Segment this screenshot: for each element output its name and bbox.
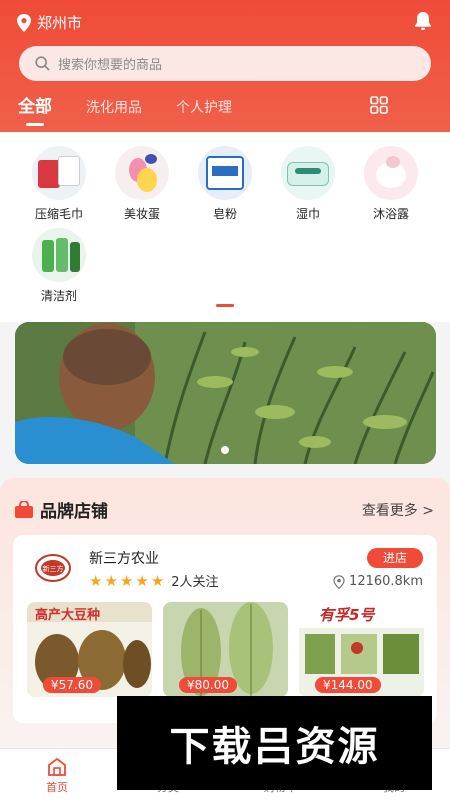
location-selector[interactable]: 郑州市 xyxy=(16,12,82,33)
category-wet-wipes[interactable]: 湿巾 xyxy=(273,146,343,222)
svg-text:新三方: 新三方 xyxy=(43,564,64,573)
star-icon: ★ xyxy=(150,571,165,590)
tab-all[interactable]: 全部 xyxy=(18,92,52,126)
notification-bell-icon[interactable] xyxy=(412,10,434,36)
category-label: 美妆蛋 xyxy=(123,207,160,221)
nav-label: 首页 xyxy=(46,781,68,794)
shop-name: 新三方农业 xyxy=(89,551,159,567)
search-icon xyxy=(35,56,50,71)
nav-home[interactable]: 首页 xyxy=(27,755,87,795)
star-icon: ★ xyxy=(89,571,103,590)
shop-distance: 12160.8km xyxy=(333,574,423,589)
product-overlay-text: 有孚5号 xyxy=(319,606,375,624)
enter-shop-button[interactable]: 进店 xyxy=(367,548,423,568)
home-icon xyxy=(48,757,66,776)
product-card[interactable]: 有孚5号 ¥144.00 xyxy=(299,602,424,697)
banner-page-dot xyxy=(221,446,229,454)
category-page-indicator xyxy=(216,304,234,307)
tab-personal-care[interactable]: 个人护理 xyxy=(176,97,232,117)
product-card[interactable]: ¥80.00 xyxy=(163,602,288,697)
category-label: 皂粉 xyxy=(212,207,237,221)
category-compressed-towel[interactable]: 压缩毛巾 xyxy=(24,146,94,222)
shop-rating: ★ ★ ★ ★ ★ 2人关注 xyxy=(89,571,219,591)
category-tabs: 全部 洗化用品 个人护理 xyxy=(18,92,266,126)
category-image xyxy=(281,146,335,200)
location-pin-icon xyxy=(17,13,31,32)
brand-section-title: 品牌店铺 xyxy=(14,497,108,522)
follower-count: 2人关注 xyxy=(171,575,219,590)
category-label: 清洁剂 xyxy=(40,289,77,303)
promo-banner[interactable] xyxy=(15,322,436,464)
category-cleaner[interactable]: 清洁剂 xyxy=(24,228,94,304)
product-price: ¥144.00 xyxy=(315,677,381,693)
product-price: ¥57.60 xyxy=(43,677,101,693)
category-label: 压缩毛巾 xyxy=(34,207,83,221)
category-image xyxy=(198,146,252,200)
watermark-banner: 下载吕资源 xyxy=(117,696,432,790)
star-icon: ★ xyxy=(135,571,149,590)
product-price: ¥80.00 xyxy=(179,677,237,693)
shop-logo: 新三方 xyxy=(34,553,72,583)
search-placeholder: 搜索你想要的商品 xyxy=(58,58,163,73)
view-more-link[interactable]: 查看更多 > xyxy=(362,500,434,520)
search-input[interactable]: 搜索你想要的商品 xyxy=(19,46,431,81)
category-soap-powder[interactable]: 皂粉 xyxy=(190,146,260,222)
category-image xyxy=(364,146,418,200)
category-image xyxy=(32,228,86,282)
grid-menu-icon[interactable] xyxy=(370,96,388,118)
star-icon: ★ xyxy=(104,571,118,590)
location-text: 郑州市 xyxy=(37,14,83,32)
category-makeup-sponge[interactable]: 美妆蛋 xyxy=(107,146,177,222)
category-label: 湿巾 xyxy=(295,207,320,221)
product-overlay-text: 高产大豆种 xyxy=(35,608,101,623)
banner-image xyxy=(15,322,436,464)
category-image xyxy=(32,146,86,200)
shopping-bag-icon xyxy=(15,500,33,518)
category-label: 沐浴露 xyxy=(372,207,409,221)
product-card[interactable]: 高产大豆种 ¥57.60 xyxy=(27,602,152,697)
category-body-wash[interactable]: 沐浴露 xyxy=(356,146,426,222)
tab-toiletries[interactable]: 洗化用品 xyxy=(86,97,142,117)
star-icon: ★ xyxy=(119,571,134,590)
location-pin-icon xyxy=(333,574,345,589)
category-image xyxy=(115,146,169,200)
